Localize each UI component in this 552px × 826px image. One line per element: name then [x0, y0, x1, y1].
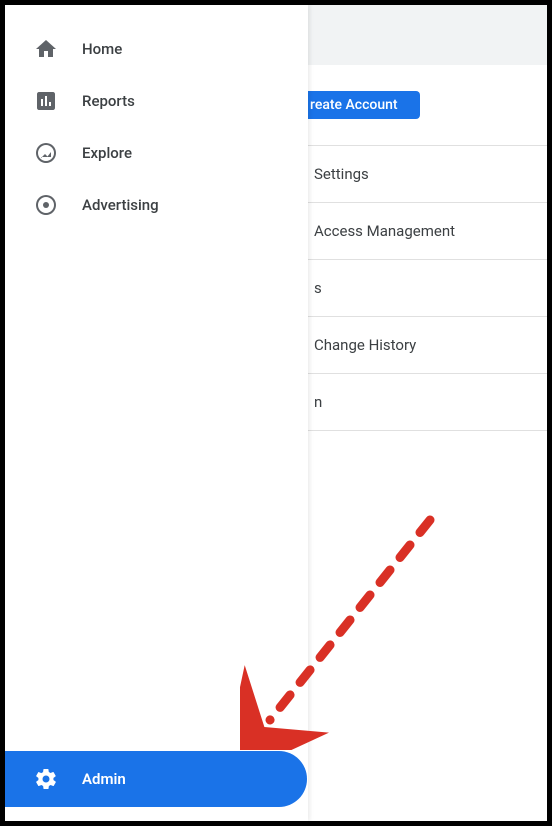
sidebar-nav: Home Reports Explore Advertising — [5, 5, 308, 751]
sidebar: Home Reports Explore Advertising — [5, 5, 308, 821]
main-content: reate Account Settings Access Management… — [308, 5, 547, 821]
gear-icon — [34, 767, 58, 791]
list-item[interactable]: n — [308, 373, 547, 431]
list-item-label: s — [314, 279, 322, 297]
list-item-label: n — [314, 393, 322, 411]
sidebar-item-label: Reports — [82, 92, 135, 110]
sidebar-item-label: Advertising — [82, 196, 159, 214]
list-item-label: Change History — [314, 336, 416, 354]
sidebar-item-label: Explore — [82, 144, 132, 162]
sidebar-item-advertising[interactable]: Advertising — [5, 179, 308, 231]
list-item-label: Settings — [314, 165, 369, 183]
sidebar-item-admin[interactable]: Admin — [5, 751, 307, 807]
explore-icon — [34, 141, 58, 165]
sidebar-item-reports[interactable]: Reports — [5, 75, 308, 127]
home-icon — [34, 37, 58, 61]
header-band — [308, 5, 547, 65]
create-account-label: reate Account — [310, 97, 398, 113]
sidebar-item-label: Admin — [82, 770, 126, 788]
settings-list: Settings Access Management s Change Hist… — [308, 145, 547, 431]
list-item-settings[interactable]: Settings — [308, 145, 547, 202]
sidebar-item-label: Home — [82, 40, 122, 58]
list-item-change-history[interactable]: Change History — [308, 316, 547, 373]
list-item[interactable]: s — [308, 259, 547, 316]
sidebar-item-home[interactable]: Home — [5, 23, 308, 75]
sidebar-item-explore[interactable]: Explore — [5, 127, 308, 179]
create-account-button[interactable]: reate Account — [304, 91, 420, 119]
list-item-access-management[interactable]: Access Management — [308, 202, 547, 259]
advertising-icon — [34, 193, 58, 217]
reports-icon — [34, 89, 58, 113]
list-item-label: Access Management — [314, 222, 455, 240]
